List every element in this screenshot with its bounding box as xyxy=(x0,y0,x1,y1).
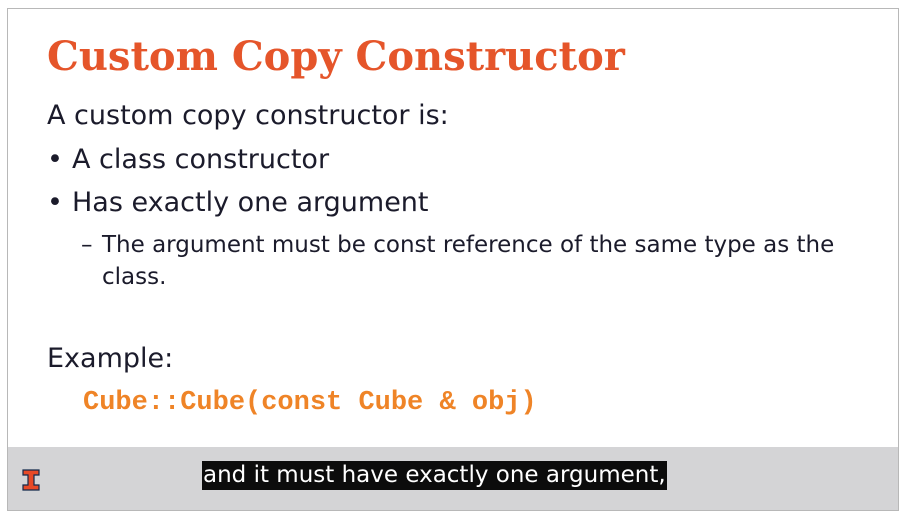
sub-bullet-marker: – xyxy=(81,232,93,258)
bullet-item: • Has exactly one argument xyxy=(47,186,429,220)
sub-bullet-item: – The argument must be const reference o… xyxy=(81,229,871,293)
subtitle-caption: and it must have exactly one argument, xyxy=(202,461,667,490)
intro-text: A custom copy constructor is: xyxy=(47,100,449,131)
example-label: Example: xyxy=(47,343,174,374)
bullet-marker: • xyxy=(47,187,63,218)
bullet-item: • A class constructor xyxy=(47,143,329,177)
slide-footer: and it must have exactly one argument, xyxy=(8,447,898,510)
bullet-text: Has exactly one argument xyxy=(72,187,429,218)
video-frame: Custom Copy Constructor A custom copy co… xyxy=(7,8,899,511)
bullet-text: A class constructor xyxy=(72,144,330,175)
slide-title: Custom Copy Constructor xyxy=(47,33,625,80)
code-example: Cube::Cube(const Cube & obj) xyxy=(83,388,537,418)
bullet-marker: • xyxy=(47,144,63,175)
sub-bullet-text: The argument must be const reference of … xyxy=(102,232,835,290)
illinois-block-i-logo-icon xyxy=(22,469,40,491)
